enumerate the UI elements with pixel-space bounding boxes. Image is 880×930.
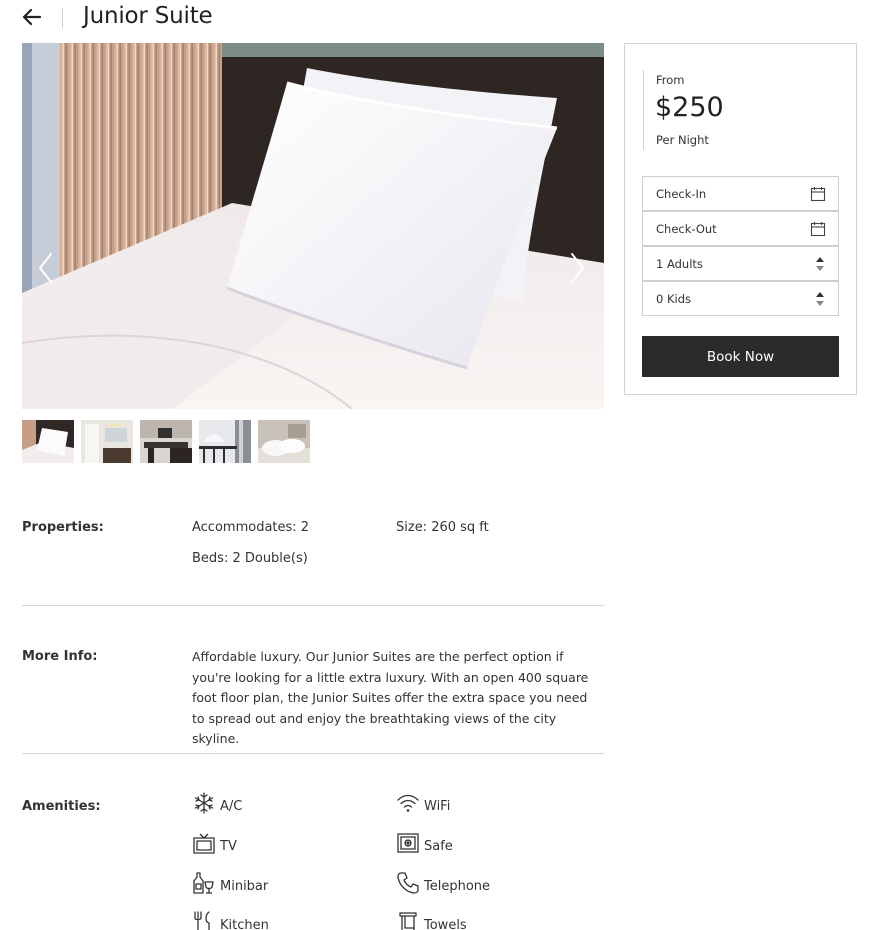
check-in-value: Check-In	[656, 187, 707, 201]
room-photo-gallery[interactable]	[22, 43, 604, 409]
per-night-label: Per Night	[656, 133, 709, 147]
kitchen-icon	[194, 911, 210, 930]
amenity-label: Telephone	[424, 879, 491, 894]
amenity-label: A/C	[220, 799, 243, 814]
chevron-left-icon[interactable]	[36, 251, 56, 285]
minibar-icon	[193, 872, 214, 894]
check-out-field[interactable]: Check-Out	[642, 211, 839, 246]
amenity-label: Minibar	[220, 879, 269, 894]
thumbnail[interactable]	[81, 420, 133, 463]
header-divider	[62, 8, 63, 28]
arrow-left-icon[interactable]	[20, 5, 44, 29]
thumbnail-strip	[22, 420, 310, 463]
amenity-label: TV	[220, 839, 237, 854]
section-divider	[22, 753, 604, 754]
check-in-field[interactable]: Check-In	[642, 176, 839, 211]
accommodates-value: Accommodates: 2	[192, 520, 310, 535]
from-label: From	[656, 73, 685, 87]
more-info-section: More Info: Affordable luxury. Our Junior…	[22, 649, 604, 746]
room-photo	[22, 43, 604, 409]
top-bar: Junior Suite	[0, 0, 880, 36]
page-title: Junior Suite	[83, 3, 213, 29]
beds-value: Beds: 2 Double(s)	[192, 551, 308, 566]
thumbnail[interactable]	[258, 420, 310, 463]
amenity-label: Kitchen	[220, 918, 269, 930]
amenity-label: Towels	[424, 918, 467, 930]
book-now-button[interactable]: Book Now	[642, 336, 839, 377]
adults-value: 1 Adults	[656, 257, 703, 271]
telephone-icon	[397, 872, 419, 894]
kids-stepper[interactable]: 0 Kids	[642, 281, 839, 316]
wifi-icon	[397, 794, 419, 812]
snowflake-icon	[194, 792, 214, 814]
thumbnail[interactable]	[140, 420, 192, 463]
thumbnail-bathroom-image	[81, 420, 133, 463]
adults-stepper[interactable]: 1 Adults	[642, 246, 839, 281]
amenities-section: Amenities: A/C WiFi TV Safe Minibar Tele…	[22, 792, 604, 930]
thumbnail-desk-image	[140, 420, 192, 463]
more-info-text: Affordable luxury. Our Junior Suites are…	[192, 649, 589, 746]
size-value: Size: 260 sq ft	[396, 520, 489, 535]
properties-label: Properties:	[22, 520, 104, 535]
stepper-arrows-icon[interactable]	[815, 290, 825, 308]
thumbnail[interactable]	[22, 420, 74, 463]
check-out-value: Check-Out	[656, 222, 717, 236]
amenity-label: Safe	[424, 839, 453, 854]
chevron-right-icon[interactable]	[567, 251, 587, 285]
thumbnail-towels-image	[258, 420, 310, 463]
stepper-arrows-icon[interactable]	[815, 255, 825, 273]
calendar-icon[interactable]	[810, 221, 826, 237]
thumbnail-bed-image	[22, 420, 74, 463]
amenity-label: WiFi	[424, 799, 451, 814]
tv-icon	[193, 833, 215, 854]
towels-icon	[399, 912, 417, 930]
price-value: $250	[655, 92, 724, 123]
safe-icon	[397, 833, 419, 853]
thumbnail-balcony-image	[199, 420, 251, 463]
section-divider	[22, 605, 604, 606]
thumbnail[interactable]	[199, 420, 251, 463]
booking-panel: From $250 Per Night Check-In Check-Out 1	[624, 43, 857, 395]
amenities-label: Amenities:	[22, 799, 101, 814]
properties-section: Properties: Accommodates: 2 Size: 260 sq…	[22, 520, 604, 580]
price-block: From $250 Per Night	[643, 70, 793, 150]
calendar-icon[interactable]	[810, 186, 826, 202]
kids-value: 0 Kids	[656, 292, 691, 306]
more-info-label: More Info:	[22, 649, 98, 664]
